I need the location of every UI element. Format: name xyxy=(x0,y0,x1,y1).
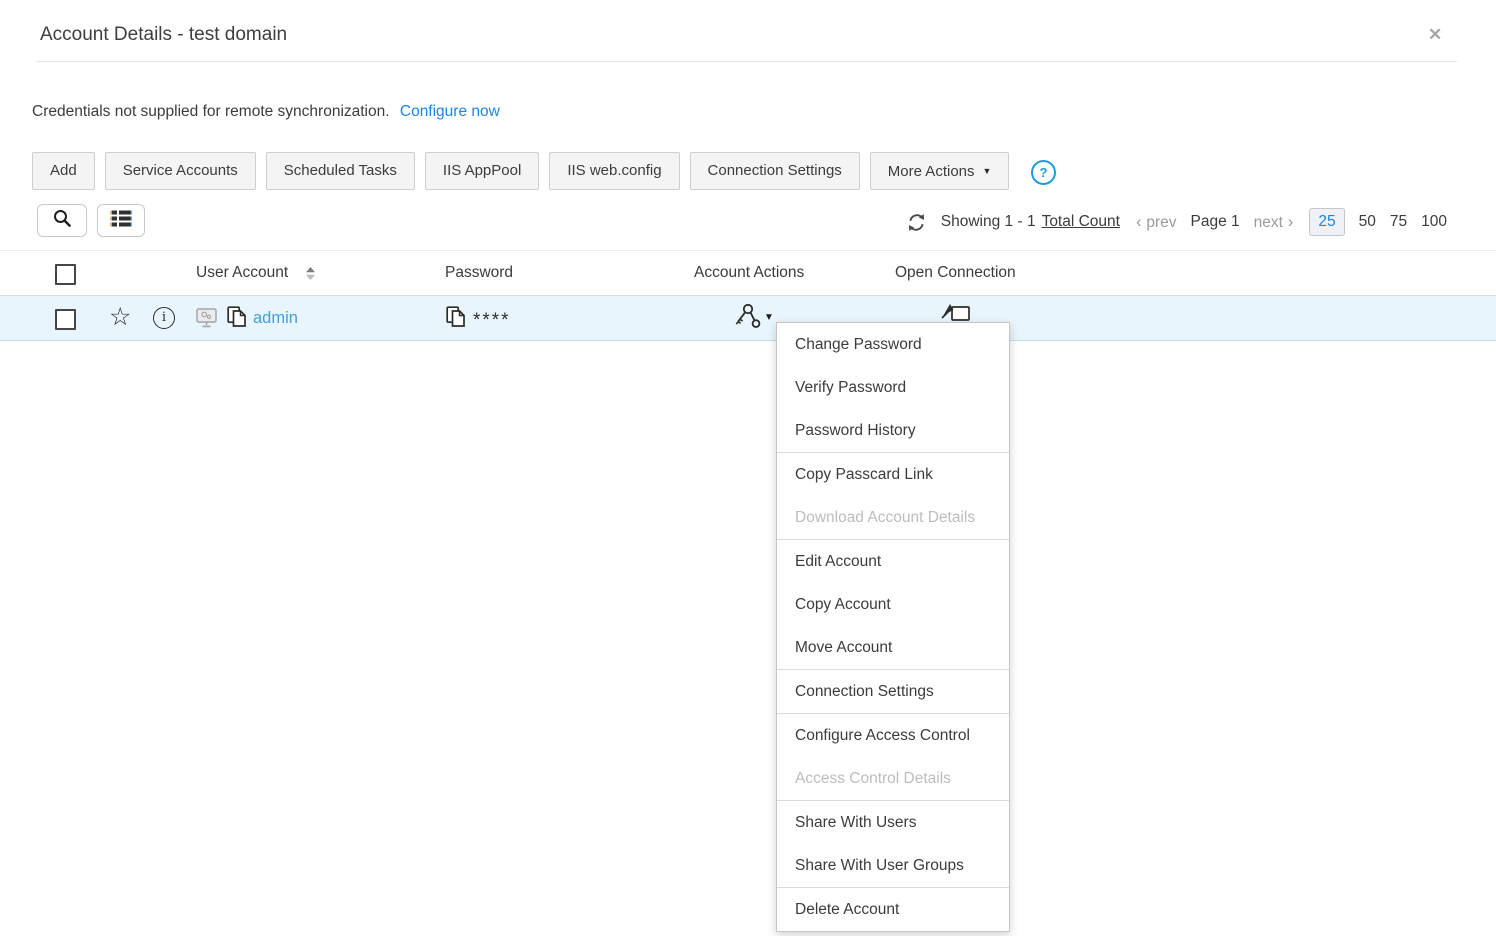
select-all-checkbox[interactable] xyxy=(55,264,76,285)
row-checkbox[interactable] xyxy=(55,309,76,330)
showing-count: Showing 1 - 1 xyxy=(940,213,1036,230)
info-icon[interactable]: i xyxy=(153,307,175,329)
menu-item-share-with-user-groups[interactable]: Share With User Groups xyxy=(777,844,1009,887)
page-title: Account Details - test domain xyxy=(40,24,288,45)
sort-icon[interactable] xyxy=(305,266,316,281)
menu-item-password-history[interactable]: Password History xyxy=(777,409,1009,452)
column-user-account: User Account xyxy=(196,264,289,281)
next-button[interactable]: next › xyxy=(1254,212,1294,232)
help-icon[interactable]: ? xyxy=(1031,160,1056,185)
page-size-50[interactable]: 50 xyxy=(1359,213,1376,231)
menu-item-copy-passcard-link[interactable]: Copy Passcard Link xyxy=(777,452,1009,496)
refresh-icon[interactable] xyxy=(907,213,926,232)
iis-apppool-button[interactable]: IIS AppPool xyxy=(424,152,540,190)
copy-username-icon[interactable] xyxy=(227,306,247,333)
keys-icon xyxy=(733,303,763,335)
account-actions-menu: Change Password Verify Password Password… xyxy=(776,322,1010,932)
total-count-link[interactable]: Total Count xyxy=(1042,213,1120,231)
menu-item-access-control-details: Access Control Details xyxy=(795,770,951,787)
menu-item-copy-account[interactable]: Copy Account xyxy=(777,583,1009,626)
menu-item-move-account[interactable]: Move Account xyxy=(777,626,1009,669)
scheduled-tasks-button[interactable]: Scheduled Tasks xyxy=(265,152,415,190)
menu-item-share-with-users[interactable]: Share With Users xyxy=(777,800,1009,844)
close-icon[interactable]: ✕ xyxy=(1428,25,1442,45)
chevron-down-icon: ▼ xyxy=(982,166,992,176)
favorite-star-icon[interactable]: ☆ xyxy=(109,305,131,330)
account-actions-trigger[interactable]: ▼ xyxy=(733,303,774,335)
toolbar: Add Service Accounts Scheduled Tasks IIS… xyxy=(32,152,1010,190)
password-mask: **** xyxy=(473,310,511,331)
column-open-connection: Open Connection xyxy=(895,264,1016,281)
configure-now-link[interactable]: Configure now xyxy=(400,103,500,120)
column-account-actions: Account Actions xyxy=(694,264,805,281)
iis-webconfig-button[interactable]: IIS web.config xyxy=(549,152,680,190)
menu-item-configure-access-control[interactable]: Configure Access Control xyxy=(777,713,1009,757)
list-columns-icon xyxy=(110,209,132,233)
account-details-dialog: Account Details - test domain ✕ Credenti… xyxy=(0,0,1496,936)
service-accounts-button[interactable]: Service Accounts xyxy=(104,152,256,190)
search-button[interactable] xyxy=(37,204,87,237)
page-size-100[interactable]: 100 xyxy=(1421,213,1447,231)
menu-item-download-account-details: Download Account Details xyxy=(795,509,976,526)
menu-item-change-password[interactable]: Change Password xyxy=(777,323,1009,366)
sync-warning-text: Credentials not supplied for remote sync… xyxy=(32,103,390,120)
chevron-right-icon: › xyxy=(1282,212,1294,231)
column-password: Password xyxy=(445,264,514,281)
user-account-link[interactable]: admin xyxy=(253,296,298,341)
menu-item-delete-account[interactable]: Delete Account xyxy=(777,887,1009,931)
title-divider xyxy=(37,61,1457,62)
connection-settings-button[interactable]: Connection Settings xyxy=(689,152,860,190)
column-chooser-button[interactable] xyxy=(97,204,145,237)
page-indicator: Page 1 xyxy=(1190,213,1240,230)
pagination-bar: Showing 1 - 1 Total Count ‹ prev Page 1 … xyxy=(907,204,1447,240)
page-size-25[interactable]: 25 xyxy=(1309,208,1345,236)
auto-logon-icon[interactable] xyxy=(196,308,219,334)
chevron-left-icon: ‹ xyxy=(1135,212,1147,231)
add-button[interactable]: Add xyxy=(32,152,95,190)
more-actions-button[interactable]: More Actions ▼ xyxy=(869,152,1010,190)
search-icon xyxy=(52,208,72,233)
chevron-down-icon: ▼ xyxy=(764,312,774,323)
prev-button[interactable]: ‹ prev xyxy=(1136,212,1177,232)
menu-item-edit-account[interactable]: Edit Account xyxy=(777,539,1009,583)
menu-item-verify-password[interactable]: Verify Password xyxy=(777,366,1009,409)
table-row: ☆ i admin **** ▼ xyxy=(0,296,1496,341)
page-size-75[interactable]: 75 xyxy=(1390,213,1407,231)
copy-password-icon[interactable] xyxy=(446,306,466,333)
sync-warning-banner: Credentials not supplied for remote sync… xyxy=(32,103,500,121)
menu-item-connection-settings[interactable]: Connection Settings xyxy=(777,669,1009,713)
more-actions-label: More Actions xyxy=(887,163,975,180)
table-header: User Account Password Account Actions Op… xyxy=(0,250,1496,296)
